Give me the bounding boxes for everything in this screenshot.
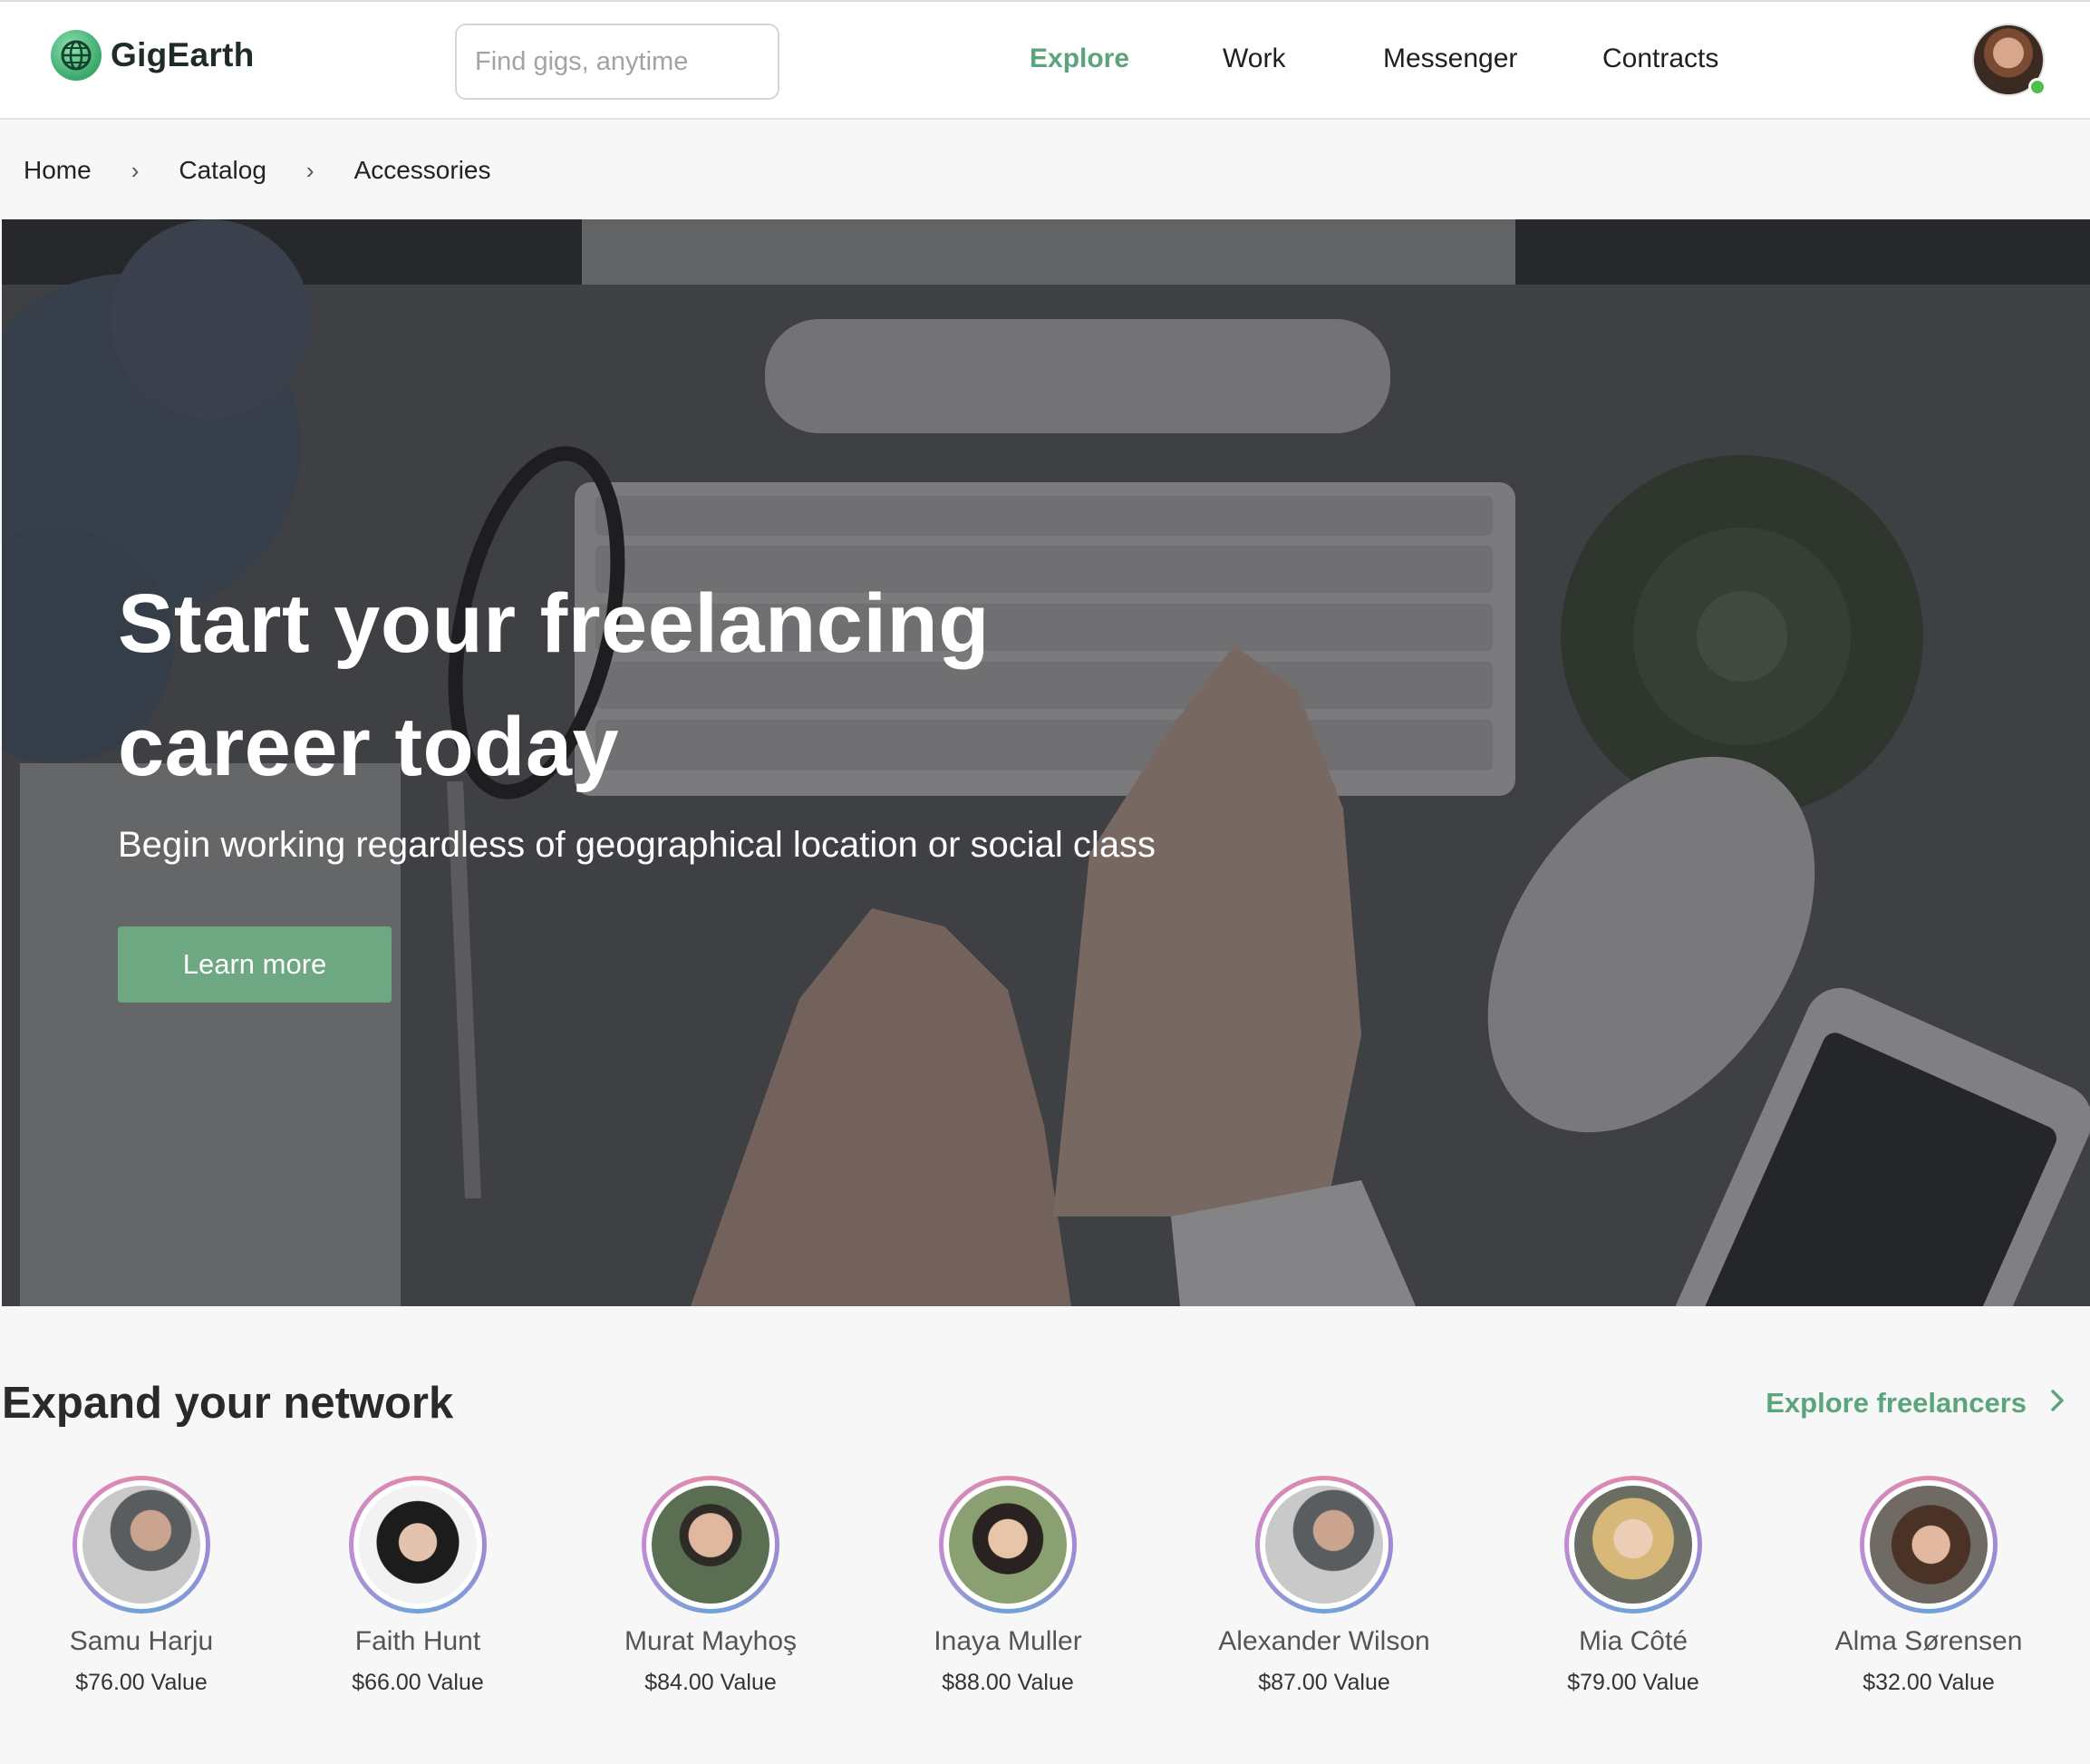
nav-item-explore[interactable]: Explore [1030,44,1129,74]
brand-logo[interactable]: GigEarth [51,29,255,82]
avatar-ring [1255,1476,1393,1614]
freelancer-name: Alma Sørensen [1834,1626,2023,1656]
freelancer-card[interactable]: Alma Sørensen $32.00 Value [1793,1476,2065,1696]
freelancer-card[interactable]: Inaya Muller $88.00 Value [872,1476,1144,1696]
online-status-indicator [2028,78,2046,96]
avatar [1870,1486,1988,1604]
avatar-ring [939,1476,1077,1614]
hero-banner: Start your freelancing career today Begi… [2,219,2090,1306]
chevron-right-icon: › [131,156,140,184]
globe-logo-icon [51,30,102,81]
freelancer-card[interactable]: Faith Hunt $66.00 Value [282,1476,554,1696]
freelancer-card[interactable]: Mia Côté $79.00 Value [1497,1476,1769,1696]
freelancer-card[interactable]: Alexander Wilson $87.00 Value [1188,1476,1460,1696]
user-avatar-button[interactable] [1972,24,2048,100]
network-section-title: Expand your network [2,1379,454,1428]
avatar [1574,1486,1692,1604]
avatar [359,1486,477,1604]
freelancer-name: Mia Côté [1578,1626,1688,1656]
avatar [82,1486,200,1604]
avatar [1265,1486,1383,1604]
freelancer-value: $76.00 Value [75,1670,208,1695]
freelancer-value: $32.00 Value [1863,1670,1995,1695]
freelancer-card[interactable]: Murat Mayhoş $84.00 Value [575,1476,847,1696]
nav-item-messenger[interactable]: Messenger [1383,44,1517,74]
explore-freelancers-link[interactable]: Explore freelancers [1766,1387,2065,1420]
avatar [652,1486,769,1604]
avatar-ring [1564,1476,1702,1614]
avatar-ring [1860,1476,1998,1614]
freelancer-value: $88.00 Value [942,1670,1074,1695]
freelancer-value: $87.00 Value [1258,1670,1390,1695]
search-input[interactable] [455,24,779,100]
breadcrumb: Home › Catalog › Accessories [24,152,491,189]
learn-more-button[interactable]: Learn more [118,926,392,1003]
avatar-ring [73,1476,210,1614]
freelancer-value: $84.00 Value [644,1670,777,1695]
breadcrumb-catalog[interactable]: Catalog [179,156,266,185]
freelancer-name: Samu Harju [69,1626,214,1656]
nav-item-contracts[interactable]: Contracts [1602,44,1718,74]
freelancer-name: Inaya Muller [934,1626,1082,1656]
freelancer-value: $66.00 Value [352,1670,484,1695]
freelancer-name: Faith Hunt [354,1626,481,1656]
brand-name: GigEarth [111,36,255,73]
avatar-ring [642,1476,779,1614]
avatar [949,1486,1067,1604]
breadcrumb-accessories[interactable]: Accessories [354,156,491,185]
freelancer-name: Murat Mayhoş [624,1626,798,1656]
explore-freelancers-label: Explore freelancers [1766,1387,2027,1419]
hero-subtitle: Begin working regardless of geographical… [118,825,1156,865]
freelancer-card[interactable]: Samu Harju $76.00 Value [5,1476,277,1696]
chevron-right-icon: › [305,156,314,184]
top-navbar: GigEarth Explore Work Messenger Contract… [0,0,2090,120]
chevron-right-icon [2050,1387,2065,1420]
freelancer-value: $79.00 Value [1567,1670,1699,1695]
freelancer-list: Samu Harju $76.00 Value Faith Hunt $66.0… [0,1476,2090,1720]
hero-title: Start your freelancing career today [118,577,990,793]
freelancer-name: Alexander Wilson [1218,1626,1430,1656]
breadcrumb-home[interactable]: Home [24,156,92,185]
avatar-ring [349,1476,487,1614]
nav-item-work[interactable]: Work [1223,44,1285,74]
